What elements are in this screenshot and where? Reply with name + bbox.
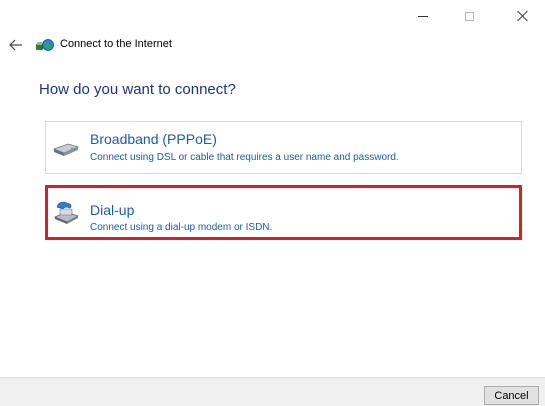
option-description: Connect using DSL or cable that requires… [90,152,399,163]
navigation-bar: Connect to the Internet [0,32,545,58]
window-title: Connect to the Internet [60,38,172,50]
close-icon [517,10,529,22]
back-button[interactable] [6,35,26,55]
dialup-option[interactable]: Dial-up Connect using a dial-up modem or… [45,185,522,240]
close-button[interactable] [500,0,545,32]
dialup-phone-icon [53,201,79,224]
minimize-icon [418,15,428,17]
option-title: Dial-up [90,202,135,218]
page-heading: How do you want to connect? [39,81,236,98]
cancel-button[interactable]: Cancel [484,386,539,405]
option-title: Broadband (PPPoE) [90,131,217,147]
minimize-button[interactable] [400,0,446,32]
broadband-modem-icon [52,143,80,156]
maximize-icon [464,11,474,21]
maximize-button[interactable] [446,0,492,32]
network-globe-icon [36,39,54,51]
footer-bar: Cancel [0,377,545,406]
back-arrow-icon [9,39,22,51]
broadband-option[interactable]: Broadband (PPPoE) Connect using DSL or c… [45,121,522,174]
option-description: Connect using a dial-up modem or ISDN. [90,222,273,233]
title-bar [0,0,545,32]
